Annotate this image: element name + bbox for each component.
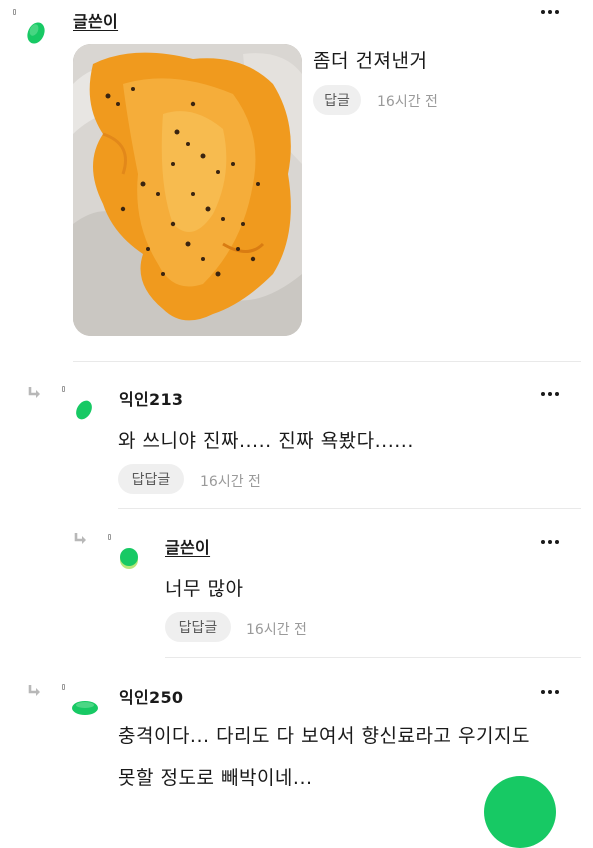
timestamp: 16시간 전 [377,94,438,110]
comment-text: 좀더 건져낸거 [313,50,428,72]
status-dot [62,386,65,392]
timestamp: 16시간 전 [246,622,307,638]
avatar[interactable] [70,698,100,718]
divider [73,361,581,362]
comment-text: 와 쓰니야 진짜..... 진짜 욕봤다...... [118,430,414,452]
avatar[interactable] [26,20,46,46]
reply-arrow-icon [28,387,40,398]
reply-arrow-icon [28,685,40,696]
comment-text-line-2: 못할 정도로 빼박이네... [118,767,313,789]
avatar[interactable] [74,398,94,422]
comment-text: 너무 많아 [165,578,244,600]
more-options-icon[interactable] [538,6,562,18]
divider [118,508,581,509]
status-dot [62,684,65,690]
reply-button[interactable]: 답답글 [165,612,231,642]
more-options-icon[interactable] [538,536,562,548]
floating-write-button[interactable] [484,776,556,848]
reply-arrow-icon [74,533,86,544]
comment-text-line-1: 충격이다... 다리도 다 보여서 향신료라고 우기지도 [118,725,530,747]
more-options-icon[interactable] [538,686,562,698]
commenter-name[interactable]: 익인213 [119,386,183,410]
divider [165,657,581,658]
photo-icon [73,44,302,336]
comment-photo[interactable] [73,44,302,336]
commenter-name[interactable]: 익인250 [119,684,183,708]
timestamp: 16시간 전 [200,474,261,490]
commenter-name[interactable]: 글쓴이 [165,534,210,558]
reply-button[interactable]: 답답글 [118,464,184,494]
status-dot [108,534,111,540]
avatar[interactable] [118,546,140,572]
more-options-icon[interactable] [538,388,562,400]
status-dot [13,9,16,15]
reply-button[interactable]: 답글 [313,85,361,115]
commenter-name[interactable]: 글쓴이 [73,8,118,32]
